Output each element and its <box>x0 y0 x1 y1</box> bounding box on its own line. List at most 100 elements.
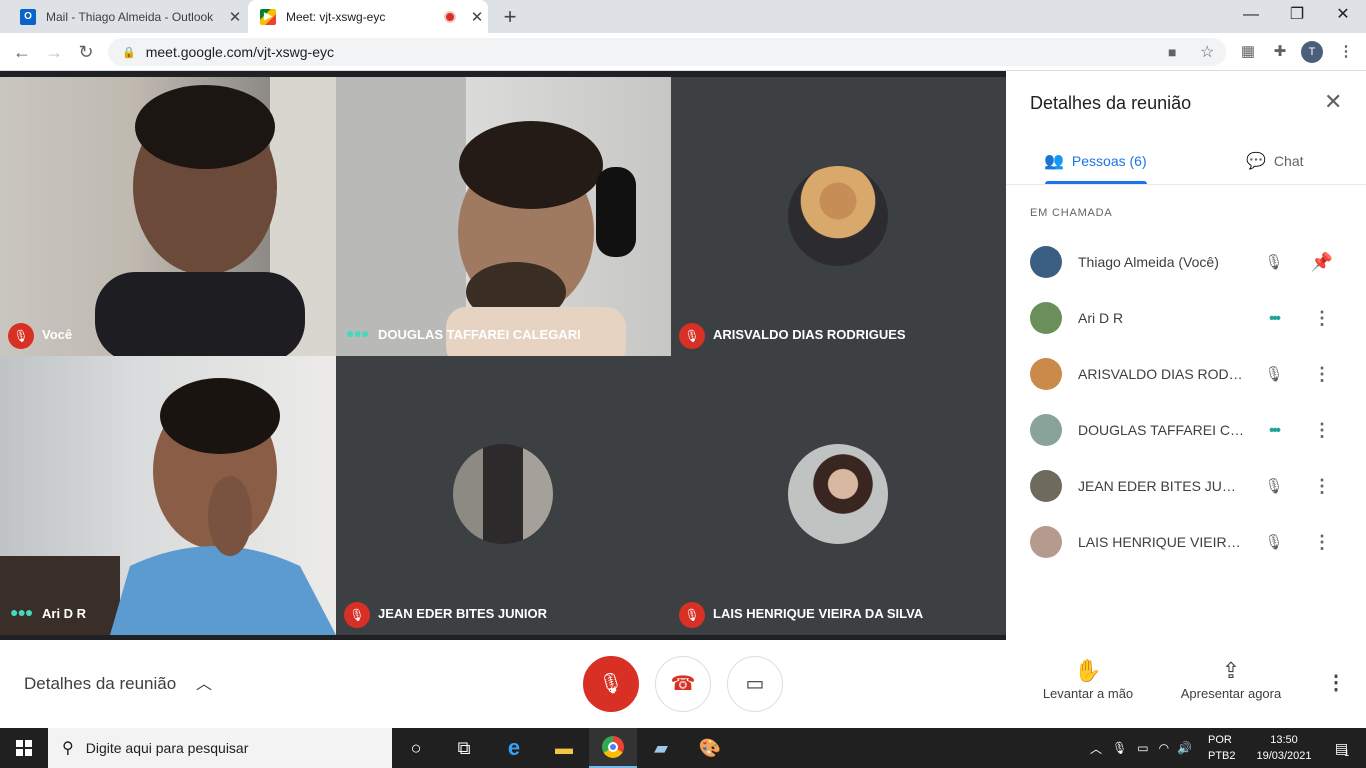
tile-name: ARISVALDO DIAS RODRIGUES <box>713 327 906 342</box>
cortana-icon[interactable]: ○ <box>392 728 440 768</box>
file-explorer-icon[interactable]: ▬ <box>540 728 588 768</box>
search-placeholder: Digite aqui para pesquisar <box>85 740 249 756</box>
participant-name: Thiago Almeida (Você) <box>1078 254 1219 270</box>
video-tile-ari[interactable]: ●●● Ari D R <box>0 356 336 635</box>
taskbar-search[interactable]: ⚲ Digite aqui para pesquisar <box>48 728 392 768</box>
participant-avatar <box>788 166 888 266</box>
present-now-button[interactable]: ⇪ Apresentar agora <box>1176 658 1286 701</box>
tab-meet[interactable]: ▶ Meet: vjt-xswg-eyc ✕ <box>248 0 488 33</box>
participant-row[interactable]: ARISVALDO DIAS RODRIGUES 🎙 ⋮ <box>1030 346 1350 402</box>
meet-icon: ▶ <box>260 8 276 25</box>
restore-button[interactable]: ❐ <box>1274 0 1320 33</box>
more-options-icon[interactable]: ⋮ <box>1310 308 1334 329</box>
participant-video <box>0 378 336 635</box>
input-language[interactable]: POR PTB2 <box>1208 732 1236 764</box>
system-tray: ︿ 🎙 ▭ ◠ 🔊 <box>1090 728 1192 768</box>
close-icon[interactable]: ✕ <box>1324 89 1342 115</box>
chat-icon: 💬 <box>1246 153 1266 170</box>
meeting-details-panel: Detalhes da reunião ✕ 👥 Pessoas (6) 💬 Ch… <box>1006 71 1366 640</box>
speaking-indicator-icon: ●●● <box>10 604 33 620</box>
volume-icon[interactable]: 🔊 <box>1177 741 1192 755</box>
outlook-icon: O <box>20 8 36 25</box>
mic-off-icon: 🎙 <box>598 673 624 695</box>
minimize-button[interactable]: — <box>1228 0 1274 33</box>
extensions-icon[interactable]: ✚ <box>1269 41 1291 63</box>
meeting-controls-bar: Detalhes da reunião ︿ 🎙 ☎ ▭ ✋ Levantar a… <box>0 640 1366 728</box>
more-options-icon[interactable]: ⋮ <box>1310 532 1334 553</box>
participant-row[interactable]: DOUGLAS TAFFAREI CALEGARI ••• ⋮ <box>1030 402 1350 458</box>
paint-icon[interactable]: 🎨 <box>686 728 734 768</box>
tab-title: Meet: vjt-xswg-eyc <box>286 9 386 24</box>
profile-avatar[interactable]: T <box>1301 41 1323 63</box>
avatar <box>1030 358 1062 390</box>
more-options-icon[interactable]: ⋮ <box>1310 476 1334 497</box>
reload-icon[interactable]: ↻ <box>74 40 98 64</box>
unmute-button[interactable]: 🎙 <box>583 656 639 712</box>
back-arrow-icon[interactable]: ← <box>10 40 34 64</box>
participant-row[interactable]: LAIS HENRIQUE VIEIRA DA SILVA 🎙 ⋮ <box>1030 514 1350 570</box>
task-view-icon[interactable]: ⧉ <box>440 728 488 768</box>
participant-avatar <box>788 444 888 544</box>
divider <box>1006 184 1366 185</box>
new-tab-button[interactable]: + <box>498 4 522 30</box>
browser-menu-icon[interactable]: ⋮ <box>1335 41 1357 63</box>
pin-icon[interactable]: 📌 <box>1310 252 1334 273</box>
panel-title: Detalhes da reunião <box>1030 93 1192 113</box>
chevron-up-icon[interactable]: ︿ <box>1090 740 1102 757</box>
wifi-icon[interactable]: ◠ <box>1159 741 1169 755</box>
hang-up-icon: ☎ <box>670 673 696 695</box>
more-options-icon[interactable]: ⋮ <box>1326 670 1346 695</box>
clock[interactable]: 13:50 19/03/2021 <box>1255 732 1313 764</box>
tab-people[interactable]: 👥 Pessoas (6) <box>1044 151 1147 171</box>
notifications-button[interactable]: ▤ 1 <box>1318 728 1366 768</box>
avatar <box>1030 302 1062 334</box>
apps-grid-icon[interactable]: ▦ <box>1237 41 1259 63</box>
video-tile-self[interactable]: 🎙 Você <box>0 77 336 356</box>
video-tile-douglas[interactable]: ●●● DOUGLAS TAFFAREI CALEGARI <box>336 77 671 356</box>
present-now-label: Apresentar agora <box>1180 686 1282 701</box>
tab-chat[interactable]: 💬 Chat <box>1246 151 1304 171</box>
participant-name: LAIS HENRIQUE VIEIRA DA SILVA <box>1078 534 1246 550</box>
start-button[interactable] <box>0 728 48 768</box>
forward-arrow-icon[interactable]: → <box>42 40 66 64</box>
tab-outlook[interactable]: O Mail - Thiago Almeida - Outlook ✕ <box>8 0 246 33</box>
participant-row[interactable]: Ari D R ••• ⋮ <box>1030 290 1350 346</box>
video-grid: 🎙 Você ●●● DOUGLAS TAFFAREI CALEGARI 🎙 A… <box>0 71 1006 640</box>
meeting-details-button[interactable]: Detalhes da reunião <box>24 674 176 694</box>
bookmark-star-icon[interactable]: ☆ <box>1200 42 1214 62</box>
more-options-icon[interactable]: ⋮ <box>1310 420 1334 441</box>
edge-icon[interactable]: e <box>490 728 538 768</box>
camera-toggle-button[interactable]: ▭ <box>727 656 783 712</box>
recording-indicator-icon <box>444 10 456 23</box>
muted-mic-icon: 🎙 <box>1264 478 1284 495</box>
microphone-icon[interactable]: 🎙 <box>1112 741 1127 755</box>
muted-mic-icon: 🎙 <box>8 323 34 349</box>
more-options-icon[interactable]: ⋮ <box>1310 364 1334 385</box>
participant-row[interactable]: Thiago Almeida (Você) 🎙 📌 <box>1030 234 1350 290</box>
video-tile-lais[interactable]: 🎙 LAIS HENRIQUE VIEIRA DA SILVA <box>671 356 1006 635</box>
present-screen-icon: ⇪ <box>1221 658 1241 683</box>
camera-in-use-icon[interactable]: ■ <box>1168 44 1176 60</box>
window-close-button[interactable]: ✕ <box>1320 0 1366 33</box>
close-tab-icon[interactable]: ✕ <box>224 8 246 26</box>
tab-title: Mail - Thiago Almeida - Outlook <box>46 9 214 24</box>
participant-name: DOUGLAS TAFFAREI CALEGARI <box>1078 422 1246 438</box>
lock-icon: 🔒 <box>122 46 136 59</box>
close-tab-icon[interactable]: ✕ <box>466 8 488 26</box>
video-tile-jean[interactable]: 🎙 JEAN EDER BITES JUNIOR <box>336 356 671 635</box>
leave-call-button[interactable]: ☎ <box>655 656 711 712</box>
app-icon[interactable]: ▰ <box>637 728 685 768</box>
speaking-indicator-icon: ••• <box>1269 309 1281 327</box>
chrome-icon[interactable] <box>589 728 637 768</box>
video-tile-arisvaldo[interactable]: 🎙 ARISVALDO DIAS RODRIGUES <box>671 77 1006 356</box>
speaking-indicator-icon: ●●● <box>346 325 369 341</box>
battery-icon[interactable]: ▭ <box>1137 741 1148 755</box>
section-label: EM CHAMADA <box>1030 207 1113 219</box>
participant-row[interactable]: JEAN EDER BITES JUNIOR 🎙 ⋮ <box>1030 458 1350 514</box>
address-bar[interactable]: 🔒 meet.google.com/vjt-xswg-eyc ■ ☆ <box>108 38 1226 66</box>
hand-icon: ✋ <box>1074 658 1102 683</box>
chevron-up-icon[interactable]: ︿ <box>196 670 212 694</box>
participant-video <box>95 77 336 356</box>
avatar <box>1030 414 1062 446</box>
raise-hand-button[interactable]: ✋ Levantar a mão <box>1040 658 1136 701</box>
